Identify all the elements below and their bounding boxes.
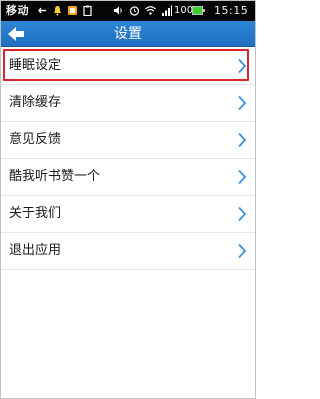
menu-item-clear-cache[interactable]: 清除缓存 bbox=[1, 85, 255, 122]
chevron-right-icon bbox=[238, 169, 247, 185]
chevron-right-icon bbox=[238, 132, 247, 148]
menu-item-about-us[interactable]: 关于我们 bbox=[1, 196, 255, 233]
menu-item-feedback[interactable]: 意见反馈 bbox=[1, 122, 255, 159]
arrow-left-icon[interactable] bbox=[5, 24, 27, 44]
volume-icon bbox=[114, 6, 122, 15]
page-title: 设置 bbox=[114, 26, 142, 42]
menu-item-exit-app[interactable]: 退出应用 bbox=[1, 233, 255, 270]
menu-item-label: 酷我听书赞一个 bbox=[9, 169, 101, 184]
usb-icon bbox=[38, 7, 46, 14]
menu-item-rate-app[interactable]: 酷我听书赞一个 bbox=[1, 159, 255, 196]
menu-item-label: 睡眠设定 bbox=[9, 58, 62, 73]
chevron-right-icon bbox=[238, 243, 247, 259]
carrier-label: 移动 bbox=[6, 4, 29, 17]
menu-item-label: 退出应用 bbox=[9, 243, 62, 258]
chevron-right-icon bbox=[238, 58, 247, 74]
signal-icon bbox=[162, 5, 172, 16]
alarm-icon bbox=[129, 6, 140, 16]
app-notification-icon bbox=[68, 6, 77, 15]
chevron-right-icon bbox=[238, 95, 247, 111]
menu-item-label: 意见反馈 bbox=[9, 132, 62, 147]
clipboard-icon bbox=[83, 5, 92, 16]
wifi-icon bbox=[145, 6, 156, 15]
battery-icon bbox=[192, 6, 205, 15]
chevron-right-icon bbox=[238, 206, 247, 222]
menu-item-sleep-setting[interactable]: 睡眠设定 bbox=[1, 48, 255, 85]
title-bar: 设置 bbox=[1, 21, 255, 47]
menu-item-label: 关于我们 bbox=[9, 206, 62, 221]
notification-bell-icon bbox=[54, 6, 61, 16]
menu-item-label: 清除缓存 bbox=[9, 95, 62, 110]
settings-list: 睡眠设定 清除缓存 意见反馈 酷我听书赞一个 关于我们 退出应用 bbox=[1, 48, 255, 270]
status-bar: 移动 100% 15:15 bbox=[1, 1, 255, 21]
status-clock: 15:15 bbox=[214, 4, 249, 17]
